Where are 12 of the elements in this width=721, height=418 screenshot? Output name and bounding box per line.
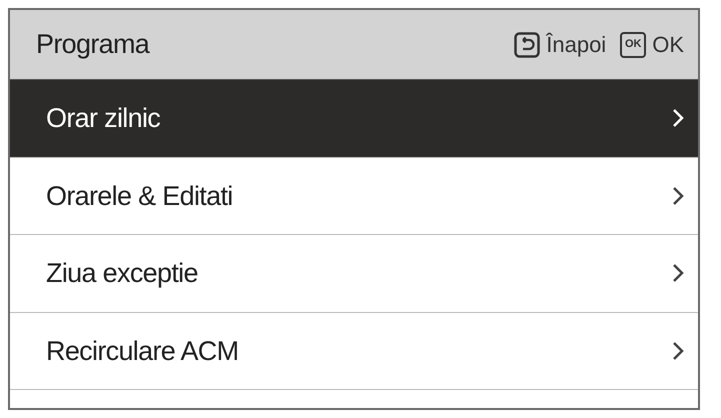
chevron-right-icon	[672, 186, 684, 206]
chevron-right-icon	[672, 340, 684, 361]
chevron-right-icon	[672, 263, 684, 284]
menu-item[interactable]: Orar zilnic	[10, 80, 698, 158]
action-label: OK	[652, 31, 684, 59]
chevron-right-icon	[672, 108, 684, 128]
back-icon	[514, 32, 540, 58]
menu-item[interactable]: Recirculare ACM	[10, 312, 698, 390]
menu-item[interactable]: Orarele & Editati	[10, 158, 698, 235]
ok-key-icon: OK	[620, 32, 646, 58]
screen-title: Programa	[36, 28, 150, 62]
action-label: Înapoi	[546, 31, 606, 59]
